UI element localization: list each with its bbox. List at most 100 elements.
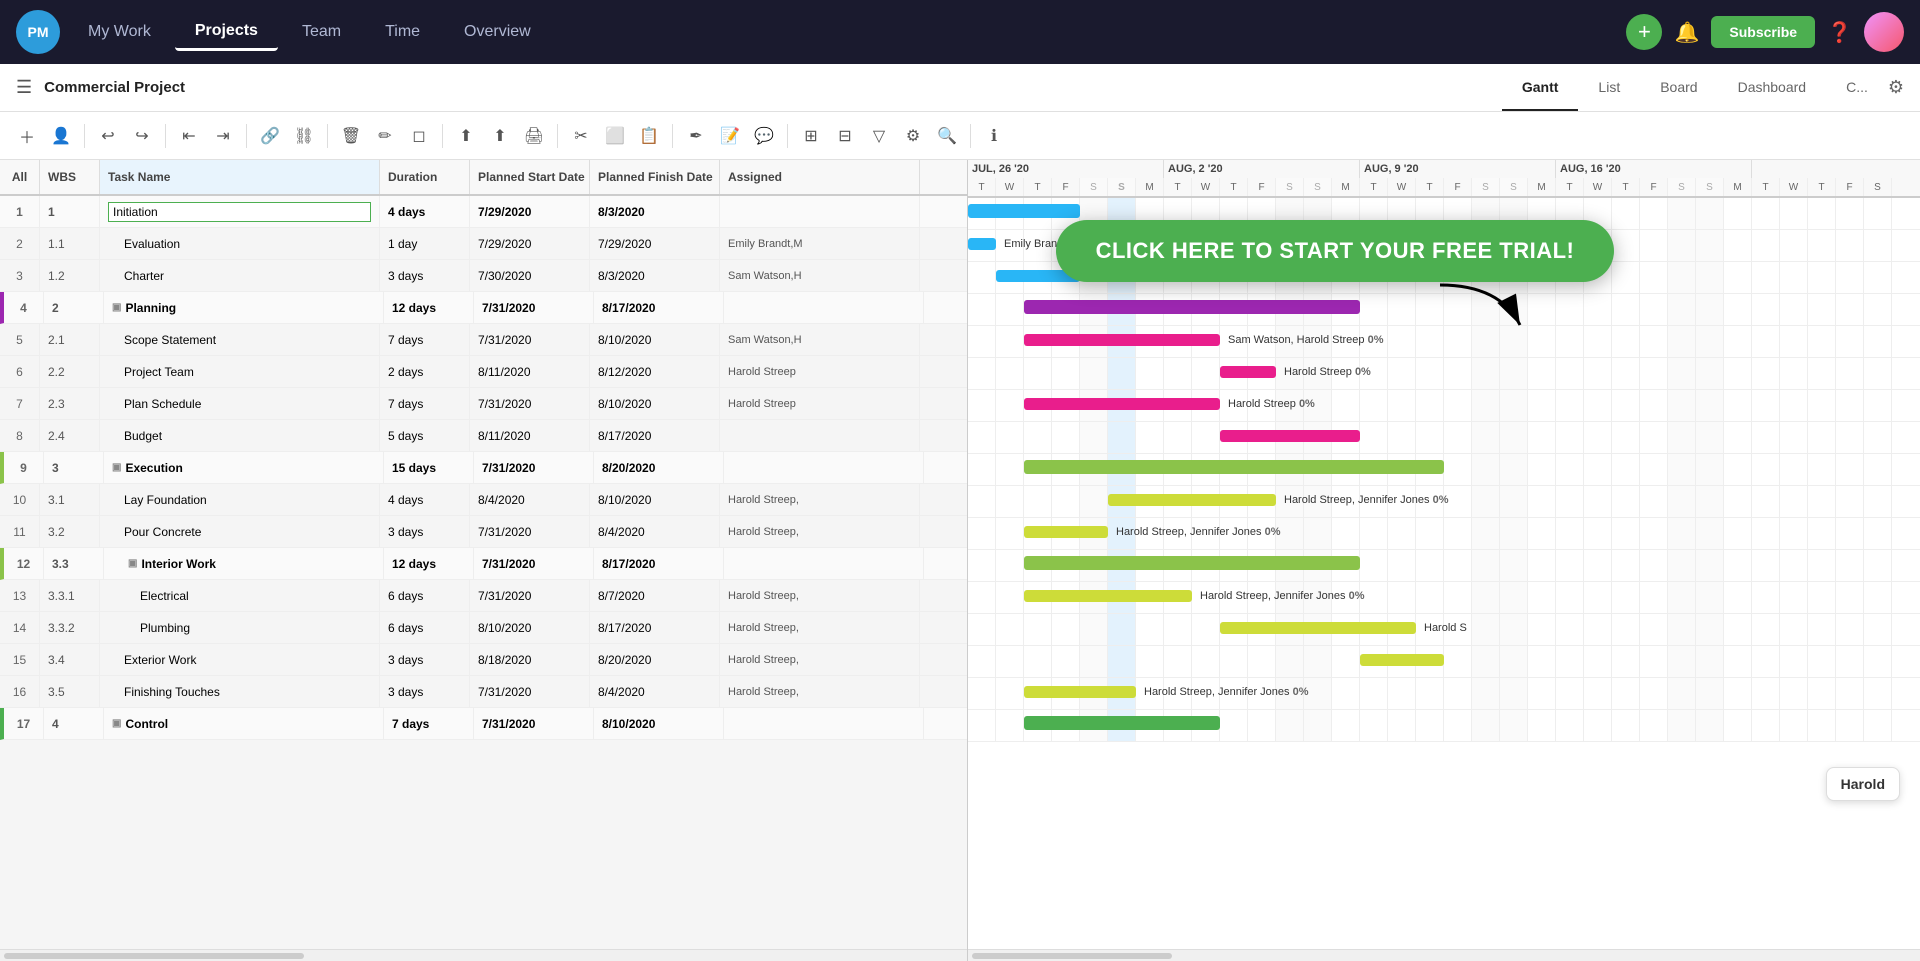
table-row[interactable]: 12 3.3 ▣Interior Work 12 days 7/31/2020 … bbox=[0, 548, 967, 580]
nav-projects[interactable]: Projects bbox=[175, 14, 278, 51]
toolbar-upload[interactable]: ⬆ bbox=[451, 121, 481, 151]
gantt-row[interactable]: Harold Streep, Jennifer Jones 0% bbox=[968, 518, 1920, 550]
toolbar-redo[interactable]: ↪ bbox=[127, 121, 157, 151]
task-name-input[interactable] bbox=[108, 202, 371, 222]
gantt-cell bbox=[1612, 582, 1640, 613]
user-avatar[interactable] bbox=[1864, 12, 1904, 52]
th-duration[interactable]: Duration bbox=[380, 160, 470, 194]
gantt-row[interactable]: Harold Streep, Jennifer Jones 0% bbox=[968, 678, 1920, 710]
gantt-row[interactable]: Sam Watson, Harold Streep 0% bbox=[968, 326, 1920, 358]
gantt-cell bbox=[1864, 422, 1892, 453]
table-row[interactable]: 9 3 ▣Execution 15 days 7/31/2020 8/20/20… bbox=[0, 452, 967, 484]
th-finish[interactable]: Planned Finish Date bbox=[590, 160, 720, 194]
toolbar-indent-out[interactable]: ⇤ bbox=[174, 121, 204, 151]
table-row[interactable]: 8 2.4 Budget 5 days 8/11/2020 8/17/2020 bbox=[0, 420, 967, 452]
nav-my-work[interactable]: My Work bbox=[68, 15, 171, 49]
gantt-row[interactable]: Harold Streep 0% bbox=[968, 390, 1920, 422]
toolbar-print[interactable]: 🖨 bbox=[519, 121, 549, 151]
tab-gantt[interactable]: Gantt bbox=[1502, 65, 1579, 111]
tab-list[interactable]: List bbox=[1578, 65, 1640, 111]
toolbar-paste[interactable]: 📋 bbox=[634, 121, 664, 151]
toolbar-note[interactable]: 📝 bbox=[715, 121, 745, 151]
gantt-row[interactable] bbox=[968, 422, 1920, 454]
gantt-row[interactable] bbox=[968, 294, 1920, 326]
table-row[interactable]: 2 1.1 Evaluation 1 day 7/29/2020 7/29/20… bbox=[0, 228, 967, 260]
th-all[interactable]: All bbox=[0, 160, 40, 194]
th-start[interactable]: Planned Start Date bbox=[470, 160, 590, 194]
toolbar-comment[interactable]: 💬 bbox=[749, 121, 779, 151]
project-title: Commercial Project bbox=[44, 79, 185, 96]
gantt-row[interactable]: Harold S bbox=[968, 614, 1920, 646]
toolbar-copy[interactable]: ⬜ bbox=[600, 121, 630, 151]
bell-icon[interactable]: 🔔 bbox=[1674, 20, 1699, 45]
gantt-day: S bbox=[1304, 178, 1332, 196]
help-icon[interactable]: ❓ bbox=[1827, 20, 1852, 45]
table-row[interactable]: 10 3.1 Lay Foundation 4 days 8/4/2020 8/… bbox=[0, 484, 967, 516]
tab-c[interactable]: C... bbox=[1826, 65, 1888, 111]
sidebar-toggle[interactable]: ☰ bbox=[16, 77, 32, 98]
gantt-row[interactable] bbox=[968, 710, 1920, 742]
th-wbs[interactable]: WBS bbox=[40, 160, 100, 194]
toolbar-user[interactable]: 👤 bbox=[46, 121, 76, 151]
gantt-cell bbox=[1080, 358, 1108, 389]
nav-time[interactable]: Time bbox=[365, 15, 440, 49]
toolbar-indent-in[interactable]: ⇥ bbox=[208, 121, 238, 151]
th-assigned[interactable]: Assigned bbox=[720, 160, 920, 194]
nav-overview[interactable]: Overview bbox=[444, 15, 551, 49]
toolbar-filter[interactable]: ▽ bbox=[864, 121, 894, 151]
toolbar-unlink[interactable]: ⛓ bbox=[289, 121, 319, 151]
td-duration: 12 days bbox=[384, 548, 474, 579]
toolbar-info[interactable]: ℹ bbox=[979, 121, 1009, 151]
table-row[interactable]: 1 1 4 days 7/29/2020 8/3/2020 bbox=[0, 196, 967, 228]
td-duration: 6 days bbox=[380, 580, 470, 611]
settings-icon[interactable]: ⚙ bbox=[1888, 77, 1904, 98]
toolbar-zoom[interactable]: 🔍 bbox=[932, 121, 962, 151]
table-row[interactable]: 3 1.2 Charter 3 days 7/30/2020 8/3/2020 … bbox=[0, 260, 967, 292]
gantt-row[interactable]: Harold Streep, Jennifer Jones 0% bbox=[968, 486, 1920, 518]
toolbar-link[interactable]: 🔗 bbox=[255, 121, 285, 151]
table-row[interactable]: 14 3.3.2 Plumbing 6 days 8/10/2020 8/17/… bbox=[0, 612, 967, 644]
toolbar-edit[interactable]: ✏ bbox=[370, 121, 400, 151]
table-row[interactable]: 7 2.3 Plan Schedule 7 days 7/31/2020 8/1… bbox=[0, 388, 967, 420]
gantt-row[interactable] bbox=[968, 550, 1920, 582]
td-task[interactable] bbox=[100, 196, 380, 227]
add-button[interactable]: + bbox=[1626, 14, 1662, 50]
toolbar-grid2[interactable]: ⊟ bbox=[830, 121, 860, 151]
toolbar-shape[interactable]: ◻ bbox=[404, 121, 434, 151]
app-logo[interactable]: PM bbox=[16, 10, 60, 54]
gantt-scroll-thumb[interactable] bbox=[972, 953, 1172, 959]
cta-banner[interactable]: CLICK HERE TO START YOUR FREE TRIAL! bbox=[1056, 220, 1615, 282]
toolbar-cut[interactable]: ✂ bbox=[566, 121, 596, 151]
table-row[interactable]: 11 3.2 Pour Concrete 3 days 7/31/2020 8/… bbox=[0, 516, 967, 548]
toolbar-settings[interactable]: ⚙ bbox=[898, 121, 928, 151]
gantt-scrollbar[interactable] bbox=[968, 949, 1920, 961]
tab-dashboard[interactable]: Dashboard bbox=[1718, 65, 1827, 111]
gantt-row[interactable] bbox=[968, 454, 1920, 486]
toolbar-undo[interactable]: ↩ bbox=[93, 121, 123, 151]
sub-nav-left: ☰ Commercial Project bbox=[16, 77, 1502, 98]
gantt-row[interactable]: Harold Streep 0% bbox=[968, 358, 1920, 390]
table-row[interactable]: 4 2 ▣Planning 12 days 7/31/2020 8/17/202… bbox=[0, 292, 967, 324]
subscribe-button[interactable]: Subscribe bbox=[1711, 16, 1815, 48]
sub-nav-tabs: Gantt List Board Dashboard C... bbox=[1502, 65, 1888, 111]
table-row[interactable]: 13 3.3.1 Electrical 6 days 7/31/2020 8/7… bbox=[0, 580, 967, 612]
gantt-cell bbox=[1864, 198, 1892, 229]
table-row[interactable]: 6 2.2 Project Team 2 days 8/11/2020 8/12… bbox=[0, 356, 967, 388]
gantt-row[interactable]: Harold Streep, Jennifer Jones 0% bbox=[968, 582, 1920, 614]
th-task[interactable]: Task Name bbox=[100, 160, 380, 194]
toolbar-delete[interactable]: 🗑 bbox=[336, 121, 366, 151]
table-row[interactable]: 17 4 ▣Control 7 days 7/31/2020 8/10/2020 bbox=[0, 708, 967, 740]
nav-team[interactable]: Team bbox=[282, 15, 361, 49]
toolbar-grid1[interactable]: ⊞ bbox=[796, 121, 826, 151]
tab-board[interactable]: Board bbox=[1640, 65, 1717, 111]
table-row[interactable]: 16 3.5 Finishing Touches 3 days 7/31/202… bbox=[0, 676, 967, 708]
gantt-row[interactable] bbox=[968, 646, 1920, 678]
scroll-thumb[interactable] bbox=[4, 953, 304, 959]
toolbar-add[interactable]: ＋ bbox=[12, 121, 42, 151]
toolbar-pen[interactable]: ✒ bbox=[681, 121, 711, 151]
gantt-cell bbox=[1752, 262, 1780, 293]
table-row[interactable]: 15 3.4 Exterior Work 3 days 8/18/2020 8/… bbox=[0, 644, 967, 676]
toolbar-upload2[interactable]: ⬆ bbox=[485, 121, 515, 151]
table-scrollbar[interactable] bbox=[0, 949, 967, 961]
table-row[interactable]: 5 2.1 Scope Statement 7 days 7/31/2020 8… bbox=[0, 324, 967, 356]
